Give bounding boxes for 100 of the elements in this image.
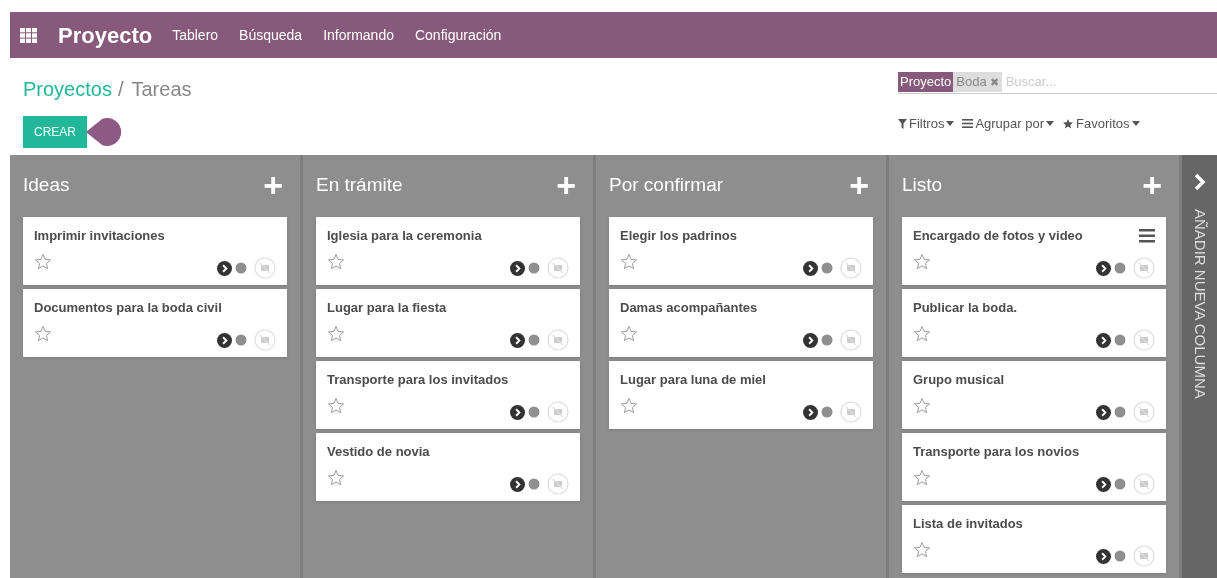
breadcrumb-current: Tareas — [131, 77, 192, 102]
chevron-circle-icon[interactable] — [1096, 260, 1111, 276]
no-photo-icon — [547, 401, 569, 423]
task-title: Imprimir invitaciones — [34, 228, 165, 244]
no-photo-icon — [1133, 473, 1155, 495]
status-dot-icon[interactable] — [528, 406, 540, 418]
status-dot-icon[interactable] — [821, 262, 833, 274]
task-card[interactable]: Publicar la boda. — [902, 289, 1166, 357]
list-icon — [962, 119, 974, 129]
star-icon[interactable] — [913, 397, 931, 415]
status-dot-icon[interactable] — [1114, 262, 1126, 274]
chevron-circle-icon[interactable] — [803, 404, 818, 420]
column-title: Ideas — [23, 172, 70, 197]
no-photo-icon — [840, 257, 862, 279]
chevron-circle-icon[interactable] — [1096, 476, 1111, 492]
task-title: Damas acompañantes — [620, 300, 758, 316]
nav-menu-item[interactable]: Búsqueda — [239, 24, 303, 46]
status-dot-icon[interactable] — [235, 262, 247, 274]
app-title: Proyecto — [58, 21, 153, 50]
caret-icon — [1131, 121, 1140, 127]
chevron-circle-icon[interactable] — [510, 332, 525, 348]
task-card[interactable]: Lista de invitados — [902, 505, 1166, 573]
no-photo-icon — [547, 473, 569, 495]
star-icon[interactable] — [327, 325, 345, 343]
star-icon — [1062, 117, 1075, 130]
no-photo-icon — [547, 329, 569, 351]
add-column-panel[interactable]: AÑADIR NUEVA COLUMNA — [1182, 155, 1217, 578]
status-dot-icon[interactable] — [821, 406, 833, 418]
apps-grid-icon[interactable] — [20, 27, 37, 43]
status-dot-icon[interactable] — [821, 334, 833, 346]
task-title: Elegir los padrinos — [620, 228, 738, 244]
task-title: Grupo musical — [913, 372, 1005, 388]
status-dot-icon[interactable] — [528, 334, 540, 346]
star-icon[interactable] — [620, 325, 638, 343]
chevron-circle-icon[interactable] — [217, 332, 232, 348]
status-dot-icon[interactable] — [1114, 406, 1126, 418]
task-title: Vestido de novia — [327, 444, 430, 460]
chevron-circle-icon[interactable] — [803, 332, 818, 348]
task-card[interactable]: Vestido de novia — [316, 433, 580, 501]
chevron-circle-icon[interactable] — [510, 404, 525, 420]
chevron-circle-icon[interactable] — [1096, 404, 1111, 420]
caret-icon — [1046, 121, 1055, 127]
task-title: Lista de invitados — [913, 516, 1023, 532]
task-title: Transporte para los novios — [913, 444, 1080, 460]
star-icon[interactable] — [913, 325, 931, 343]
status-dot-icon[interactable] — [528, 262, 540, 274]
star-icon[interactable] — [620, 397, 638, 415]
chevron-circle-icon[interactable] — [217, 260, 232, 276]
menu-icon[interactable] — [1139, 229, 1155, 243]
facet-label: Proyecto — [898, 71, 954, 92]
no-photo-icon — [840, 401, 862, 423]
task-card[interactable]: Iglesia para la ceremonia — [316, 217, 580, 285]
status-dot-icon[interactable] — [235, 334, 247, 346]
task-card[interactable]: Damas acompañantes — [609, 289, 873, 357]
task-card[interactable]: Documentos para la boda civil — [23, 289, 287, 357]
star-icon[interactable] — [34, 253, 52, 271]
no-photo-icon — [1133, 545, 1155, 567]
task-title: Lugar para luna de miel — [620, 372, 766, 388]
no-photo-icon — [254, 329, 276, 351]
status-dot-icon[interactable] — [1114, 334, 1126, 346]
star-icon[interactable] — [913, 469, 931, 487]
nav-menu-item[interactable]: Configuración — [414, 24, 502, 46]
task-card[interactable]: Lugar para la fiesta — [316, 289, 580, 357]
chevron-circle-icon[interactable] — [1096, 332, 1111, 348]
task-card[interactable]: Elegir los padrinos — [609, 217, 873, 285]
no-photo-icon — [547, 257, 569, 279]
star-icon[interactable] — [327, 397, 345, 415]
task-card[interactable]: Grupo musical — [902, 361, 1166, 429]
status-dot-icon[interactable] — [1114, 550, 1126, 562]
chevron-circle-icon[interactable] — [1096, 548, 1111, 564]
chevron-circle-icon[interactable] — [510, 260, 525, 276]
nav-menu-item[interactable]: Informando — [323, 24, 394, 46]
column-title: Listo — [902, 172, 943, 197]
search-option-dropdown[interactable]: Agrupar por — [962, 114, 1055, 134]
star-icon[interactable] — [327, 469, 345, 487]
add-column-label: AÑADIR NUEVA COLUMNA — [1190, 209, 1210, 399]
nav-menu-item[interactable]: Tablero — [172, 24, 219, 46]
task-card[interactable]: Transporte para los novios — [902, 433, 1166, 501]
search-option-dropdown[interactable]: Filtros — [898, 114, 955, 134]
status-dot-icon[interactable] — [1114, 478, 1126, 490]
task-card[interactable]: Imprimir invitaciones — [23, 217, 287, 285]
star-icon[interactable] — [327, 253, 345, 271]
chevron-circle-icon[interactable] — [803, 260, 818, 276]
task-title: Transporte para los invitados — [327, 372, 509, 388]
task-title: Encargado de fotos y video — [913, 228, 1083, 244]
star-icon[interactable] — [34, 325, 52, 343]
chevron-circle-icon[interactable] — [510, 476, 525, 492]
star-icon[interactable] — [913, 253, 931, 271]
no-photo-icon — [1133, 401, 1155, 423]
no-photo-icon — [1133, 257, 1155, 279]
task-card[interactable]: Transporte para los invitados — [316, 361, 580, 429]
star-icon[interactable] — [620, 253, 638, 271]
facet-value: Boda — [953, 71, 987, 92]
task-title: Iglesia para la ceremonia — [327, 228, 482, 244]
status-dot-icon[interactable] — [528, 478, 540, 490]
star-icon[interactable] — [913, 541, 931, 559]
search-option-dropdown[interactable]: Favoritos — [1062, 114, 1140, 134]
filter-icon — [898, 118, 907, 129]
task-card[interactable]: Encargado de fotos y video — [902, 217, 1166, 285]
task-card[interactable]: Lugar para luna de miel — [609, 361, 873, 429]
